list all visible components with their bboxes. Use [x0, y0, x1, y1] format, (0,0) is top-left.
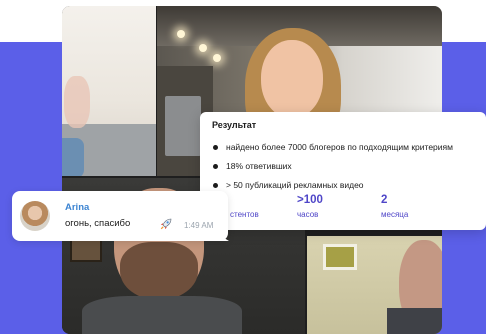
result-item: 18% ответивших [212, 157, 453, 176]
bullet-icon [213, 164, 218, 169]
fridge [165, 96, 201, 156]
ceiling-lamp [199, 44, 207, 52]
ceiling-lamp [213, 54, 221, 62]
result-item-text: найдено более 7000 блогеров по подходящи… [226, 142, 453, 152]
result-item: найдено более 7000 блогеров по подходящи… [212, 138, 453, 157]
stat-label: часов [297, 210, 319, 219]
participant-hand [64, 76, 90, 128]
participant-face [261, 40, 323, 118]
participant-shirt [387, 308, 442, 334]
stat-value: 2 [381, 194, 388, 206]
avatar [20, 201, 50, 231]
message-time: 1:49 AM [184, 221, 214, 230]
stat-label: стентов [230, 210, 259, 219]
participant-beard [120, 242, 198, 300]
wall-frame [323, 244, 357, 270]
chat-message[interactable]: Arina огонь, спасибо 1:49 AM [12, 191, 228, 241]
message-sender: Arina [65, 202, 90, 213]
bullet-icon [213, 183, 218, 188]
stat-value: >100 [297, 194, 323, 206]
result-list: найдено более 7000 блогеров по подходящи… [212, 138, 453, 195]
result-item-text: > 50 публикаций рекламных видео [226, 180, 364, 190]
message-text: огонь, спасибо [65, 218, 131, 229]
stat-label: месяца [381, 210, 409, 219]
bullet-icon [213, 145, 218, 150]
video-tile-top-left[interactable] [62, 6, 156, 176]
video-tile-bottom-right[interactable] [307, 236, 442, 334]
rocket-icon [160, 218, 172, 230]
result-item: > 50 публикаций рекламных видео [212, 176, 453, 195]
result-card: Результат найдено более 7000 блогеров по… [200, 112, 486, 230]
result-title: Результат [212, 120, 257, 130]
result-item-text: 18% ответивших [226, 161, 292, 171]
participant-shirt [62, 138, 84, 176]
ceiling-lamp [177, 30, 185, 38]
participant-shirt [82, 296, 242, 334]
